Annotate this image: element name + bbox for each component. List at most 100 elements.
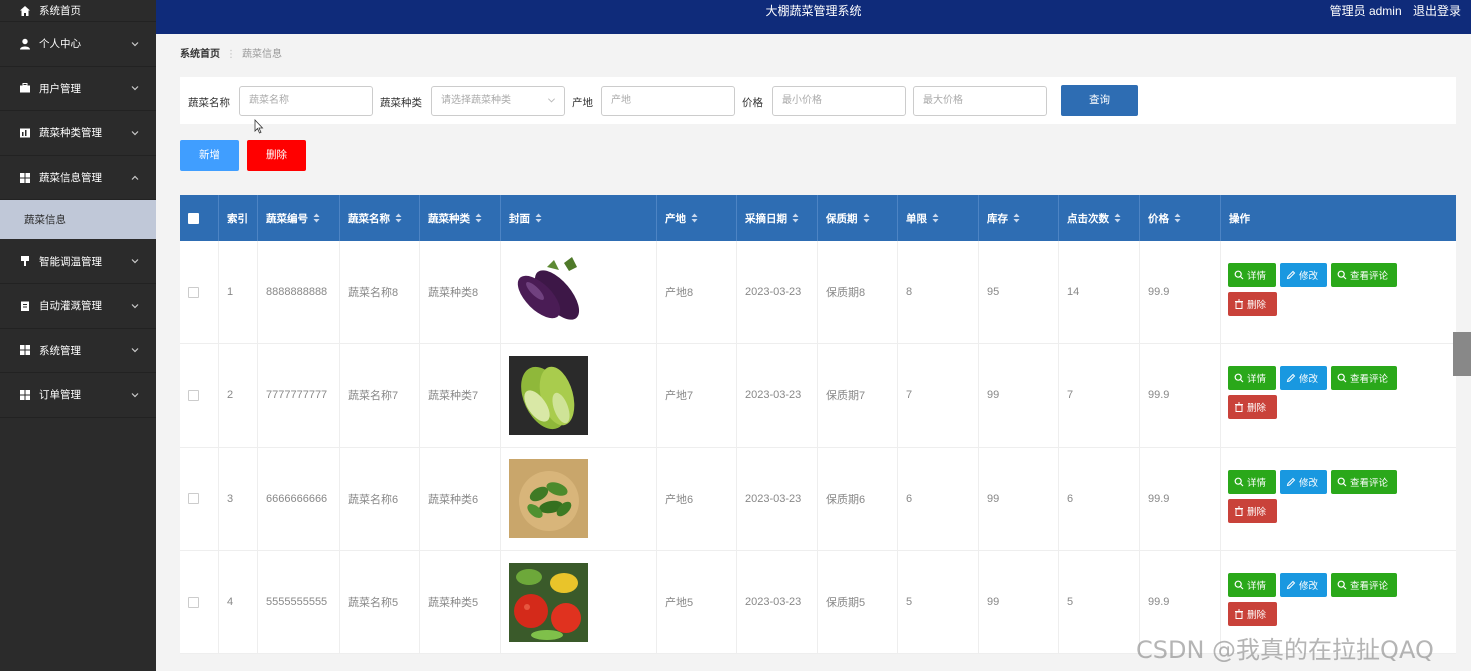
cell-type: 蔬菜种类7 <box>420 344 501 447</box>
header-date[interactable]: 采摘日期 <box>737 195 818 241</box>
review-button[interactable]: 查看评论 <box>1331 366 1397 391</box>
sort-icon[interactable] <box>535 213 542 223</box>
cell-origin: 产地5 <box>657 550 737 654</box>
header-shelf[interactable]: 保质期 <box>818 195 898 241</box>
header-type[interactable]: 蔬菜种类 <box>420 195 501 241</box>
chevron-down-icon <box>131 131 139 136</box>
type-select[interactable]: 请选择蔬菜种类 <box>431 86 565 116</box>
sidebar-item-veg-types[interactable]: 蔬菜种类管理 <box>0 111 156 156</box>
edit-button[interactable]: 修改 <box>1280 469 1327 494</box>
detail-label: 详情 <box>1247 374 1267 386</box>
search-icon <box>1234 580 1244 590</box>
review-button[interactable]: 查看评论 <box>1331 573 1397 598</box>
sort-icon[interactable] <box>313 213 320 223</box>
sidebar: 系统首页 个人中心 用户管理 蔬菜种类管理 蔬菜信息管理 蔬菜信息 智能调温管理… <box>0 0 156 671</box>
review-button[interactable]: 查看评论 <box>1331 469 1397 494</box>
table-row: 1 8888888888 蔬菜名称8 蔬菜种类8 产地8 2023-03-23 … <box>180 241 1456 345</box>
sidebar-item-label: 蔬菜种类管理 <box>39 127 102 140</box>
header-limit[interactable]: 单限 <box>898 195 979 241</box>
edit-button[interactable]: 修改 <box>1280 366 1327 391</box>
cell-price: 99.9 <box>1140 344 1221 447</box>
sort-icon[interactable] <box>1013 213 1020 223</box>
header-stock[interactable]: 库存 <box>979 195 1059 241</box>
cell-stock: 95 <box>979 241 1059 344</box>
scrollbar-thumb[interactable] <box>1453 332 1471 376</box>
remove-button[interactable]: 删除 <box>1228 292 1277 317</box>
cell-index: 1 <box>219 241 258 344</box>
grid-icon <box>18 388 31 401</box>
row-checkbox[interactable] <box>188 596 199 608</box>
row-checkbox[interactable] <box>188 493 199 505</box>
sidebar-item-system[interactable]: 系统管理 <box>0 329 156 374</box>
header-price[interactable]: 价格 <box>1140 195 1221 241</box>
sort-icon[interactable] <box>863 213 870 223</box>
row-checkbox[interactable] <box>188 389 199 401</box>
sidebar-subitem-veg-info[interactable]: 蔬菜信息 <box>0 200 156 240</box>
query-button[interactable]: 查询 <box>1061 85 1138 116</box>
edit-button[interactable]: 修改 <box>1280 573 1327 598</box>
remove-button[interactable]: 删除 <box>1228 498 1277 523</box>
sidebar-item-irrigation[interactable]: 自动灌溉管理 <box>0 284 156 329</box>
delete-button[interactable]: 删除 <box>247 140 306 171</box>
header-clicks[interactable]: 点击次数 <box>1059 195 1140 241</box>
grid-icon <box>18 344 31 357</box>
review-button[interactable]: 查看评论 <box>1331 263 1397 288</box>
grid-icon <box>18 171 31 184</box>
sidebar-item-users[interactable]: 用户管理 <box>0 67 156 112</box>
cell-limit: 7 <box>898 344 979 447</box>
header-label: 产地 <box>665 212 686 225</box>
chevron-down-icon <box>131 393 139 398</box>
remove-button[interactable]: 删除 <box>1228 602 1277 627</box>
sidebar-subitem-label: 蔬菜信息 <box>24 214 66 227</box>
cell-shelf: 保质期7 <box>818 344 898 447</box>
sidebar-item-veg-info[interactable]: 蔬菜信息管理 <box>0 156 156 201</box>
detail-button[interactable]: 详情 <box>1228 469 1276 494</box>
header-origin[interactable]: 产地 <box>657 195 737 241</box>
header-cover[interactable]: 封面 <box>501 195 657 241</box>
sidebar-item-temperature[interactable]: 智能调温管理 <box>0 239 156 284</box>
detail-button[interactable]: 详情 <box>1228 573 1276 598</box>
sidebar-item-label: 订单管理 <box>39 389 81 402</box>
sort-icon[interactable] <box>932 213 939 223</box>
select-all-checkbox[interactable] <box>188 212 199 224</box>
detail-button[interactable]: 详情 <box>1228 263 1276 288</box>
table-row: 3 6666666666 蔬菜名称6 蔬菜种类6 产地6 2023-03-23 … <box>180 447 1456 551</box>
sort-icon[interactable] <box>792 213 799 223</box>
sort-icon[interactable] <box>691 213 698 223</box>
detail-button[interactable]: 详情 <box>1228 366 1276 391</box>
add-button[interactable]: 新增 <box>180 140 239 171</box>
sidebar-item-personal[interactable]: 个人中心 <box>0 22 156 67</box>
cell-stock: 99 <box>979 344 1059 447</box>
max-price-input[interactable]: 最大价格 <box>913 86 1047 116</box>
cell-name: 蔬菜名称7 <box>340 344 420 447</box>
sort-icon[interactable] <box>1174 213 1181 223</box>
row-checkbox[interactable] <box>188 286 199 298</box>
remove-button[interactable]: 删除 <box>1228 395 1277 420</box>
origin-input[interactable]: 产地 <box>601 86 735 116</box>
sidebar-item-orders[interactable]: 订单管理 <box>0 373 156 418</box>
name-input[interactable]: 蔬菜名称 <box>239 86 373 116</box>
header-label: 库存 <box>987 212 1008 225</box>
sort-icon[interactable] <box>395 213 402 223</box>
sidebar-item-home[interactable]: 系统首页 <box>0 0 156 22</box>
logout-link[interactable]: 退出登录 <box>1413 4 1461 18</box>
header-code[interactable]: 蔬菜编号 <box>258 195 340 241</box>
chevron-down-icon <box>131 259 139 264</box>
sort-icon[interactable] <box>475 213 482 223</box>
breadcrumb-home[interactable]: 系统首页 <box>180 49 220 60</box>
min-price-input[interactable]: 最小价格 <box>772 86 906 116</box>
header-name[interactable]: 蔬菜名称 <box>340 195 420 241</box>
cell-code: 8888888888 <box>258 241 340 344</box>
sort-icon[interactable] <box>1114 213 1121 223</box>
pencil-icon <box>1286 374 1296 383</box>
edit-button[interactable]: 修改 <box>1280 263 1327 288</box>
remove-label: 删除 <box>1247 610 1267 622</box>
header-select-all[interactable] <box>180 195 219 241</box>
watermark: CSDN @我真的在拉扯QAQ <box>1136 636 1434 664</box>
search-form: 蔬菜名称 蔬菜名称 蔬菜种类 请选择蔬菜种类 产地 产地 价格 最小价格 最大价… <box>180 77 1456 124</box>
cell-type: 蔬菜种类5 <box>420 550 501 654</box>
table-header: 索引 蔬菜编号 蔬菜名称 蔬菜种类 封面 产地 采摘日期 保质期 单限 库存 点… <box>180 195 1456 241</box>
chevron-up-icon <box>131 175 139 180</box>
cell-origin: 产地7 <box>657 344 737 447</box>
chevron-down-icon <box>131 41 139 47</box>
